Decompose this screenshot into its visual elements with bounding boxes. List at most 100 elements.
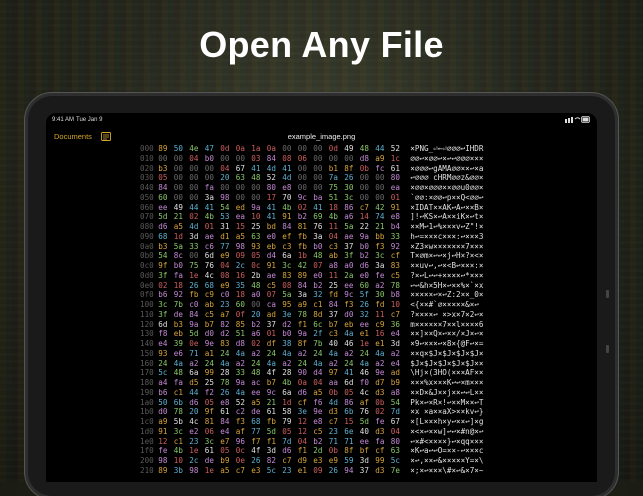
hex-byte[interactable]: 02 — [375, 407, 391, 417]
hex-byte[interactable]: 41 — [344, 368, 360, 378]
hex-byte[interactable]: 06 — [298, 154, 314, 164]
hex-byte[interactable]: 1d — [282, 398, 298, 408]
hex-byte[interactable]: 07 — [313, 261, 329, 271]
hex-byte[interactable]: 71 — [344, 437, 360, 447]
hex-byte[interactable]: e4 — [391, 359, 407, 369]
hex-byte[interactable]: 21 — [375, 222, 391, 232]
hex-byte[interactable]: 7d — [391, 407, 407, 417]
hex-byte[interactable]: b7 — [205, 320, 221, 330]
hex-byte[interactable]: b2 — [313, 281, 329, 291]
hex-byte[interactable]: 85 — [236, 320, 252, 330]
hex-byte[interactable]: 89 — [158, 144, 174, 154]
hex-byte[interactable]: d6 — [189, 398, 205, 408]
hex-byte[interactable]: b2 — [313, 437, 329, 447]
hex-byte[interactable]: 52 — [391, 144, 407, 154]
hex-row[interactable]: 080 d6 a5 4d 01 31 15 25 bd 84 81 76 11 5a 22 21 b4 ××M↩… — [140, 222, 483, 232]
hex-byte[interactable]: 1e — [205, 466, 221, 476]
hex-byte[interactable]: 0c — [236, 446, 252, 456]
hex-byte[interactable]: 08 — [282, 281, 298, 291]
hex-byte[interactable]: 91 — [267, 261, 283, 271]
hex-byte[interactable]: 11 — [375, 310, 391, 320]
hex-byte[interactable]: 04 — [329, 232, 345, 242]
hex-byte[interactable]: 23 — [189, 437, 205, 447]
hex-byte[interactable]: c1 — [174, 388, 190, 398]
hex-byte[interactable]: 6c — [313, 320, 329, 330]
hex-byte[interactable]: 12 — [298, 427, 314, 437]
hex-byte[interactable]: 06 — [205, 427, 221, 437]
hex-byte[interactable]: e4 — [391, 329, 407, 339]
hex-byte[interactable]: 51 — [329, 193, 345, 203]
hex-byte[interactable]: 4a — [375, 349, 391, 359]
hex-byte[interactable]: ee — [360, 320, 376, 330]
hex-byte[interactable]: 5c — [391, 456, 407, 466]
hex-byte[interactable]: 4a — [329, 349, 345, 359]
hex-byte[interactable]: 48 — [174, 368, 190, 378]
hex-byte[interactable]: c5 — [313, 427, 329, 437]
hex-row[interactable]: 140 e4 39 0e 9e 83 d8 02 df 38 8f 7b 40 46 1e e1 3d ×9↩×… — [140, 339, 483, 349]
hex-byte[interactable]: 5c — [267, 466, 283, 476]
hex-byte[interactable]: 5d — [189, 329, 205, 339]
hex-byte[interactable]: 3f — [344, 251, 360, 261]
hex-row[interactable]: 0b0 54 8c 00 6d e9 09 05 d4 6a 1b 48 ab 3f b2 3c cf T×∅m… — [140, 251, 483, 261]
hex-byte[interactable]: ba — [313, 193, 329, 203]
hex-byte[interactable]: f1 — [267, 437, 283, 447]
hex-byte[interactable]: 17 — [267, 193, 283, 203]
hex-byte[interactable]: 00 — [236, 154, 252, 164]
hex-byte[interactable]: 60 — [360, 281, 376, 291]
hex-row[interactable]: 030 05 00 00 00 20 63 48 52 4d 00 00 7a 26 00 00 80 ↩∅∅∅… — [140, 173, 483, 183]
hex-byte[interactable]: 20 — [251, 310, 267, 320]
hex-row[interactable]: 1e0 12 c1 23 3c e7 96 f7 f1 7d 04 b2 71 71 ee fa 80 ↩×#<… — [140, 437, 483, 447]
hex-byte[interactable]: ab — [205, 300, 221, 310]
hex-byte[interactable]: 3c — [158, 300, 174, 310]
hex-byte[interactable]: e1 — [375, 339, 391, 349]
hex-byte[interactable]: 11 — [329, 222, 345, 232]
hex-byte[interactable]: fc — [375, 164, 391, 174]
hex-byte[interactable]: 32 — [360, 310, 376, 320]
hex-byte[interactable]: 4c — [189, 417, 205, 427]
hex-byte[interactable]: 54 — [391, 398, 407, 408]
hex-byte[interactable]: e0 — [313, 271, 329, 281]
hex-byte[interactable]: a5 — [220, 466, 236, 476]
hex-byte[interactable]: a9 — [375, 154, 391, 164]
hex-byte[interactable]: e0 — [360, 271, 376, 281]
hex-byte[interactable]: ef — [282, 232, 298, 242]
hex-byte[interactable]: a5 — [174, 222, 190, 232]
hex-byte[interactable]: 41 — [267, 203, 283, 213]
hex-byte[interactable]: 3a — [313, 232, 329, 242]
hex-byte[interactable]: df — [267, 339, 283, 349]
hex-byte[interactable]: d4 — [267, 251, 283, 261]
hex-byte[interactable]: 4c — [360, 388, 376, 398]
hex-byte[interactable]: 3a — [375, 261, 391, 271]
hex-byte[interactable]: 23 — [220, 300, 236, 310]
hex-byte[interactable]: 20 — [189, 407, 205, 417]
hex-byte[interactable]: 9f — [158, 261, 174, 271]
hex-byte[interactable]: 63 — [251, 232, 267, 242]
hex-byte[interactable]: bb — [375, 232, 391, 242]
hex-byte[interactable]: 67 — [391, 417, 407, 427]
hex-byte[interactable]: 2c — [189, 456, 205, 466]
hex-byte[interactable]: 92 — [174, 290, 190, 300]
hex-byte[interactable]: b0 — [174, 261, 190, 271]
hex-byte[interactable]: 7e — [391, 466, 407, 476]
hex-byte[interactable]: ae — [344, 232, 360, 242]
hex-byte[interactable]: ea — [391, 183, 407, 193]
hex-byte[interactable]: 00 — [189, 193, 205, 203]
hex-byte[interactable]: 09 — [236, 251, 252, 261]
hex-byte[interactable]: c3 — [329, 329, 345, 339]
hex-byte[interactable]: 1e — [360, 339, 376, 349]
hex-byte[interactable]: 12 — [158, 437, 174, 447]
hex-byte[interactable]: d1 — [220, 232, 236, 242]
hex-byte[interactable]: 84 — [267, 154, 283, 164]
hex-byte[interactable]: 24 — [220, 349, 236, 359]
hex-byte[interactable]: 77 — [220, 242, 236, 252]
hex-byte[interactable]: b3 — [158, 242, 174, 252]
hex-byte[interactable]: d6 — [158, 222, 174, 232]
hex-byte[interactable]: 9c — [344, 290, 360, 300]
hex-byte[interactable]: 78 — [391, 281, 407, 291]
hex-byte[interactable]: 42 — [298, 261, 314, 271]
hex-byte[interactable]: de — [205, 456, 221, 466]
hex-byte[interactable]: 02 — [158, 281, 174, 291]
hex-byte[interactable]: 24 — [251, 359, 267, 369]
hex-byte[interactable]: 00 — [251, 300, 267, 310]
hex-byte[interactable]: 16 — [236, 271, 252, 281]
